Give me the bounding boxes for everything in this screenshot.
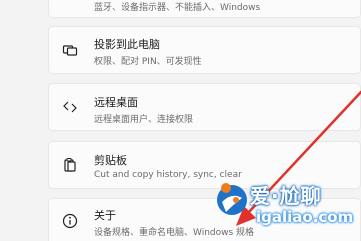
settings-item-about[interactable]: 关于 设备规格、重命名电脑、Windows 规格 — [48, 198, 361, 241]
settings-item-subtitle: 远程桌面用户、连接权限 — [94, 115, 194, 125]
settings-item-subtitle: 设备规格、重命名电脑、Windows 规格 — [94, 228, 255, 238]
settings-item-remote-desktop[interactable]: 远程桌面 远程桌面用户、连接权限 — [48, 83, 361, 131]
settings-item-clipboard[interactable]: 剪贴板 Cut and copy history, sync, clear — [48, 141, 361, 189]
settings-list: 蓝牙、设备指示器、不能插入、Windows 投影到此电脑 权限、配对 PIN、可… — [48, 0, 361, 241]
remote-desktop-icon — [59, 96, 81, 118]
settings-item-title: 投影到此电脑 — [94, 38, 160, 51]
info-icon — [59, 210, 81, 232]
settings-item-partial[interactable]: 蓝牙、设备指示器、不能插入、Windows — [48, 0, 361, 18]
project-icon — [59, 39, 81, 61]
settings-item-title: 关于 — [94, 209, 116, 222]
settings-item-subtitle: 权限、配对 PIN、可发现性 — [94, 57, 202, 67]
settings-item-title: 剪贴板 — [94, 154, 127, 167]
settings-item-subtitle: Cut and copy history, sync, clear — [94, 170, 242, 180]
settings-item-title: 远程桌面 — [94, 96, 138, 109]
settings-item-subtitle: 蓝牙、设备指示器、不能插入、Windows — [94, 3, 261, 13]
settings-window: 蓝牙、设备指示器、不能插入、Windows 投影到此电脑 权限、配对 PIN、可… — [0, 0, 361, 241]
clipboard-icon — [59, 154, 81, 176]
settings-item-project-to-pc[interactable]: 投影到此电脑 权限、配对 PIN、可发现性 — [48, 26, 361, 74]
